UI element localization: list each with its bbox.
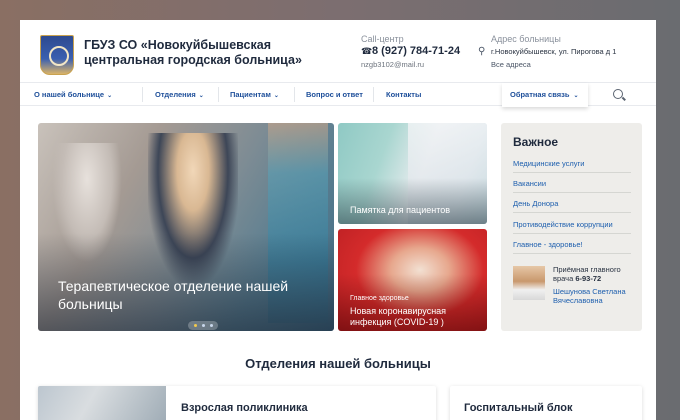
search-icon[interactable]	[613, 89, 623, 99]
nav-item-contacts[interactable]: Контакты	[386, 83, 421, 106]
nav-item-label: Отделения	[155, 90, 196, 99]
department-image	[38, 386, 166, 420]
important-link-donor-day[interactable]: День Донора	[513, 199, 631, 213]
location-pin-icon: ⚲	[478, 46, 486, 57]
org-name[interactable]: ГБУЗ СО «Новокуйбышевская центральная го…	[84, 38, 314, 68]
important-link-health[interactable]: Главное - здоровье!	[513, 240, 631, 254]
chevron-down-icon: ⌄	[573, 93, 579, 99]
nav-item-label: Пациентам	[230, 90, 271, 99]
chevron-down-icon: ⌄	[198, 93, 204, 99]
slider-dot[interactable]	[210, 324, 213, 327]
feedback-label: Обратная связь	[510, 90, 570, 99]
department-title: Взрослая поликлиника	[181, 402, 308, 414]
nav-item-patients[interactable]: Пациентам ⌄	[230, 83, 279, 106]
nav-item-about[interactable]: О нашей больнице ⌄	[34, 83, 112, 106]
nav-item-label: Контакты	[386, 90, 422, 99]
page: ГБУЗ СО «Новокуйбышевская центральная го…	[20, 20, 656, 420]
hospital-logo-icon[interactable]	[40, 35, 74, 75]
important-title: Важное	[513, 135, 559, 149]
slider-dot[interactable]	[194, 324, 197, 327]
chevron-down-icon: ⌄	[273, 93, 279, 99]
nav-divider	[142, 87, 143, 102]
call-center-phone[interactable]: 8 (927) 784-71-24	[372, 45, 460, 57]
departments-heading: Отделения нашей больницы	[245, 356, 431, 371]
covid-tile-kicker: Главное здоровье	[350, 295, 409, 302]
important-panel: Важное Медицинские услуги Вакансии День …	[501, 123, 642, 331]
nav-item-departments[interactable]: Отделения ⌄	[155, 83, 204, 106]
slider-dot[interactable]	[202, 324, 205, 327]
nav-item-label: Вопрос и ответ	[306, 90, 363, 99]
chief-doctor-avatar	[513, 266, 545, 300]
important-link-services[interactable]: Медицинские услуги	[513, 159, 631, 173]
nav-item-label: О нашей больнице	[34, 90, 105, 99]
department-title: Госпитальный блок	[464, 402, 573, 414]
nav-divider	[294, 87, 295, 102]
memo-tile-title: Памятка для пациентов	[350, 205, 451, 215]
nav-divider	[373, 87, 374, 102]
chevron-down-icon: ⌄	[107, 93, 113, 99]
department-card-hospital[interactable]: Госпитальный блок	[450, 386, 642, 420]
email-link[interactable]: nzgb3102@mail.ru	[361, 60, 424, 69]
nav-item-qa[interactable]: Вопрос и ответ	[306, 83, 363, 106]
feedback-button[interactable]: Обратная связь ⌄	[502, 83, 588, 107]
covid-tile-title: Новая коронавирусная инфекция (COVID-19 …	[350, 306, 447, 327]
call-center-label: Call-центр	[361, 34, 404, 44]
chief-phone[interactable]: 6-93-72	[575, 274, 601, 283]
covid-tile[interactable]: Главное здоровье Новая коронавирусная ин…	[338, 229, 487, 331]
site-header: ГБУЗ СО «Новокуйбышевская центральная го…	[20, 20, 656, 82]
all-addresses-link[interactable]: Все адреса	[491, 60, 531, 69]
address-label: Адрес больницы	[491, 34, 561, 44]
main-nav: О нашей больнице ⌄ Отделения ⌄ Пациентам ⌄ …	[20, 82, 656, 107]
phone-icon: ☎	[361, 46, 373, 56]
important-link-anticorruption[interactable]: Противодействие коррупции	[513, 220, 631, 234]
tile-overlay	[338, 178, 487, 224]
nav-divider	[218, 87, 219, 102]
slider-dots	[188, 321, 218, 330]
chief-reception-label: Приёмная главного врача 6-93-72	[553, 265, 637, 283]
department-card-outpatient[interactable]: Взрослая поликлиника	[38, 386, 436, 420]
chief-name-link[interactable]: Шешунова Светлана Вячеславовна	[553, 287, 637, 305]
hero-slider[interactable]: Терапевтическое отделение нашей больницы	[38, 123, 334, 331]
memo-tile[interactable]: Памятка для пациентов	[338, 123, 487, 224]
important-link-vacancies[interactable]: Вакансии	[513, 179, 631, 193]
address-text: г.Новокуйбышевск, ул. Пирогова д 1	[491, 47, 617, 56]
hero-title[interactable]: Терапевтическое отделение нашей больницы	[58, 277, 298, 313]
